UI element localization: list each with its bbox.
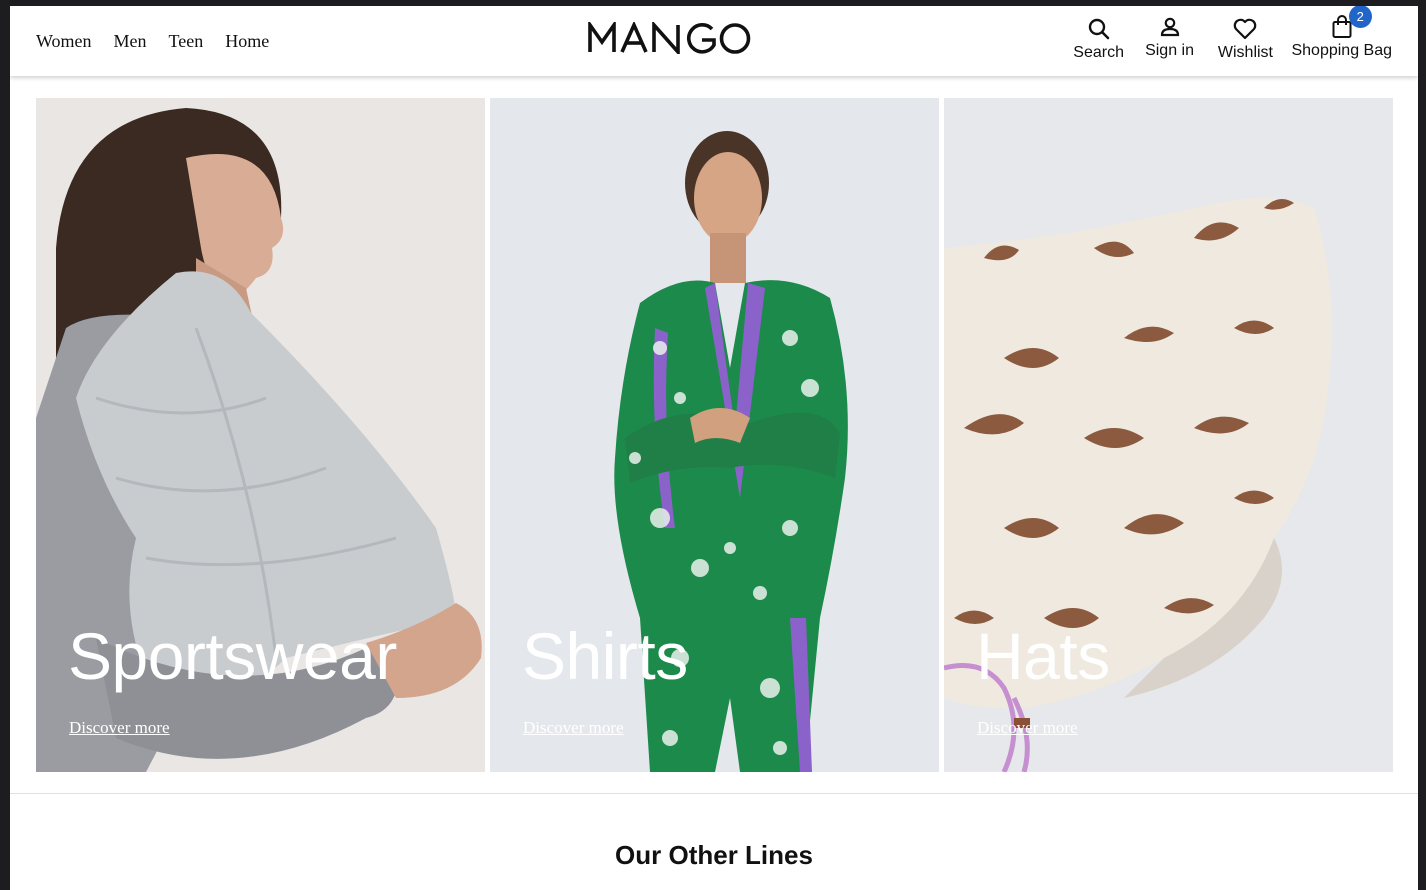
bag-count-badge: 2 xyxy=(1348,6,1372,28)
nav-women[interactable]: Women xyxy=(36,31,92,52)
mango-logo-mark xyxy=(588,22,751,54)
category-tiles: Sportswear Discover more Shirts Discover… xyxy=(36,98,1393,772)
tile-hats[interactable]: Hats Discover more xyxy=(944,98,1393,772)
nav-men[interactable]: Men xyxy=(114,31,147,52)
other-lines-heading: Our Other Lines xyxy=(615,840,813,870)
shopping-bag-button[interactable]: 2 Shopping Bag xyxy=(1291,6,1392,60)
shopping-bag-label: Shopping Bag xyxy=(1291,42,1392,59)
sign-in-button[interactable]: Sign in xyxy=(1145,14,1194,60)
discover-more-link[interactable]: Discover more xyxy=(523,718,624,738)
tile-title: Hats xyxy=(976,619,1110,693)
search-icon xyxy=(1088,18,1109,40)
section-divider xyxy=(10,793,1418,794)
search-button[interactable]: Search xyxy=(1073,16,1124,62)
heart-icon xyxy=(1234,18,1257,40)
tile-title: Sportswear xyxy=(68,619,397,693)
browser-viewport: Women Men Teen Home Search Sign in Wishl… xyxy=(10,6,1418,890)
bag-icon-wrap: 2 xyxy=(1330,6,1372,40)
nav-home[interactable]: Home xyxy=(225,31,269,52)
discover-more-link[interactable]: Discover more xyxy=(977,718,1078,738)
wishlist-label: Wishlist xyxy=(1217,44,1273,61)
wishlist-button[interactable]: Wishlist xyxy=(1218,16,1273,62)
main-nav: Women Men Teen Home xyxy=(36,31,269,52)
search-label: Search xyxy=(1073,44,1124,61)
mango-logo[interactable] xyxy=(588,22,752,54)
nav-teen[interactable]: Teen xyxy=(169,31,204,52)
tile-title: Shirts xyxy=(522,619,688,693)
tile-shirts[interactable]: Shirts Discover more xyxy=(490,98,939,772)
tile-sportswear[interactable]: Sportswear Discover more xyxy=(36,98,485,772)
user-icon xyxy=(1160,17,1179,37)
discover-more-link[interactable]: Discover more xyxy=(69,718,170,738)
site-header: Women Men Teen Home Search Sign in Wishl… xyxy=(10,6,1418,76)
sign-in-label: Sign in xyxy=(1145,42,1194,59)
